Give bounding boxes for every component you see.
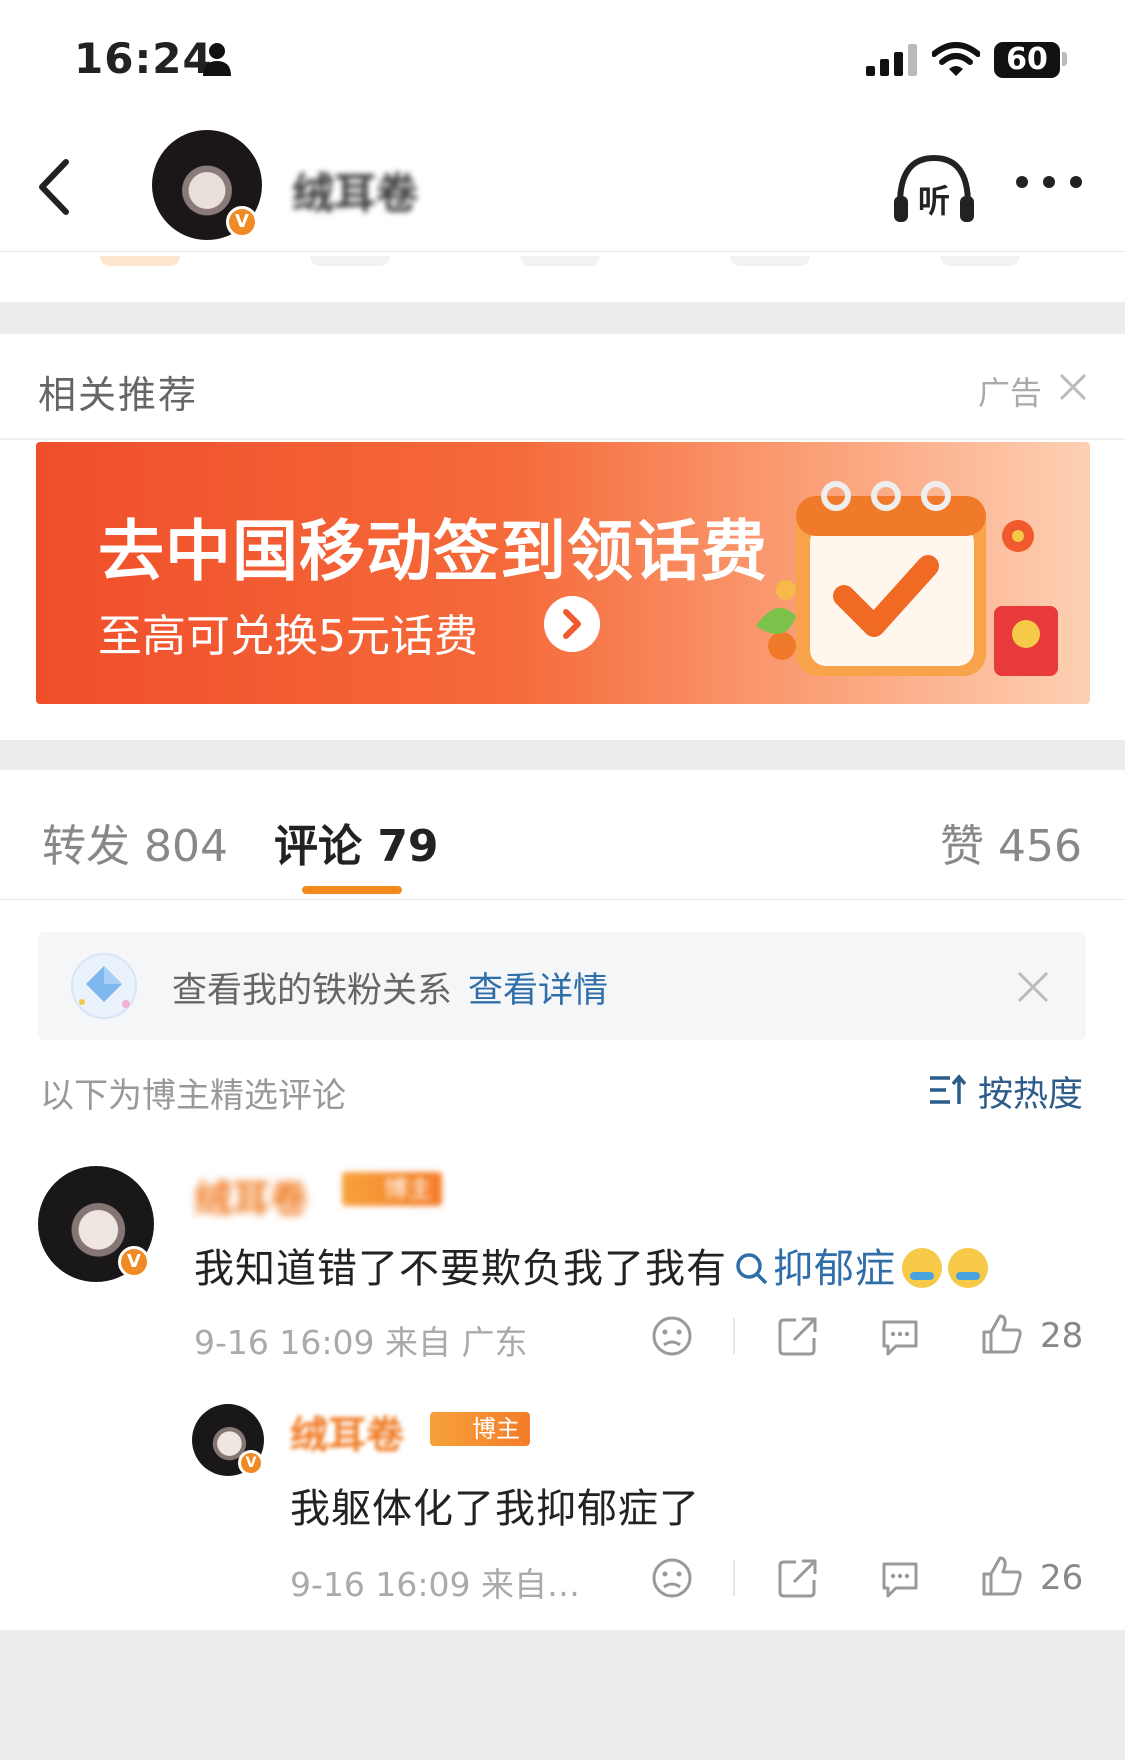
ad-headline: 去中国移动签到领话费 — [98, 513, 768, 590]
tab-comments[interactable]: 评论 79 — [274, 810, 439, 874]
person-icon — [203, 43, 231, 76]
post-header: V 绒耳卷 听 — [0, 116, 1125, 252]
commenter-name[interactable]: 绒耳卷 — [290, 1404, 404, 1459]
fans-relation-bar[interactable]: 查看我的铁粉关系 查看详情 — [38, 932, 1086, 1040]
strip-item — [940, 256, 1020, 266]
like-count: 28 — [1040, 1316, 1084, 1356]
close-icon[interactable] — [1016, 970, 1050, 1004]
calendar-check-icon — [756, 481, 1058, 676]
battery-icon: 60 — [994, 42, 1060, 78]
sort-by-hot-button[interactable]: 按热度 — [978, 1066, 1083, 1117]
strip-item — [520, 256, 600, 266]
reply-icon[interactable] — [878, 1314, 922, 1358]
comments-section: 查看我的铁粉关系 查看详情 以下为博主精选评论 按热度 V 绒耳卷 博主 我知道… — [0, 900, 1125, 1630]
crying-emoji-icon — [902, 1248, 942, 1288]
topic-label: 抑郁症 — [773, 1246, 896, 1292]
like-thumb-icon[interactable] — [980, 1312, 1024, 1356]
crying-emoji-icon — [948, 1248, 988, 1288]
ad-subtitle: 至高可兑换5元话费 — [98, 611, 478, 662]
listen-headphone-icon[interactable]: 听 — [892, 152, 976, 228]
comment-body: 我知道错了不要欺负我了我有 — [194, 1246, 727, 1292]
status-time: 16:24 — [74, 34, 213, 83]
divider — [733, 1318, 735, 1354]
recommend-title: 相关推荐 — [38, 373, 199, 417]
close-ad-icon[interactable] — [1058, 372, 1088, 402]
verified-badge-icon: V — [238, 1450, 264, 1476]
strip-item — [730, 256, 810, 266]
selected-comments-label: 以下为博主精选评论 — [40, 1076, 346, 1116]
topic-link[interactable]: 抑郁症 — [727, 1246, 896, 1292]
commenter-name[interactable]: 绒耳卷 — [194, 1168, 308, 1223]
search-icon — [736, 1253, 768, 1285]
view-details-link[interactable]: 查看详情 — [468, 962, 608, 1013]
reaction-strip — [0, 252, 1125, 302]
comment-item: V 绒耳卷 博主 我知道错了不要欺负我了我有 抑郁症 9-16 16:09 来自 … — [0, 1158, 1125, 1362]
divider — [733, 1560, 735, 1596]
author-name[interactable]: 绒耳卷 — [292, 160, 418, 221]
wifi-icon — [932, 42, 980, 76]
tab-reposts[interactable]: 转发 804 — [42, 810, 228, 874]
share-icon[interactable] — [776, 1314, 820, 1358]
battery-cap — [1062, 52, 1067, 66]
back-arrow-icon[interactable] — [30, 152, 80, 222]
like-count: 26 — [1040, 1558, 1084, 1598]
tab-likes[interactable]: 赞 456 — [940, 810, 1082, 874]
sort-icon[interactable] — [928, 1072, 966, 1108]
verified-badge-icon: V — [118, 1246, 150, 1278]
related-recommendation: 相关推荐 广告 去中国移动签到领话费 至高可兑换5元话费 — [0, 334, 1125, 740]
fans-text: 查看我的铁粉关系 — [172, 971, 453, 1011]
listen-label: 听 — [918, 182, 950, 220]
comment-text: 我躯体化了我抑郁症了 — [290, 1486, 700, 1532]
ad-label: 广告 — [978, 374, 1043, 412]
signal-icon — [866, 44, 917, 76]
verified-badge-icon: V — [226, 206, 258, 238]
dislike-icon[interactable] — [650, 1556, 694, 1600]
diamond-icon — [71, 953, 137, 1019]
share-icon[interactable] — [776, 1556, 820, 1600]
reply-icon[interactable] — [878, 1556, 922, 1600]
ad-banner[interactable]: 去中国移动签到领话费 至高可兑换5元话费 — [36, 442, 1090, 704]
interaction-tabs: 转发 804 评论 79 赞 456 — [0, 770, 1125, 900]
ad-arrow-icon[interactable] — [544, 596, 600, 652]
comment-text: 我知道错了不要欺负我了我有 抑郁症 — [194, 1236, 988, 1294]
blogger-badge: 博主 — [430, 1412, 530, 1446]
more-options-icon[interactable] — [1014, 162, 1084, 202]
comment-meta: 9-16 16:09 来自… — [290, 1565, 580, 1604]
divider — [0, 438, 1125, 440]
comment-reply-item: V 绒耳卷 博主 我躯体化了我抑郁症了 9-16 16:09 来自… 26 — [0, 1400, 1125, 1610]
like-thumb-icon[interactable] — [980, 1554, 1024, 1598]
active-tab-indicator — [302, 886, 402, 894]
strip-item — [100, 256, 180, 266]
strip-item — [310, 256, 390, 266]
blogger-badge: 博主 — [342, 1172, 442, 1206]
dislike-icon[interactable] — [650, 1314, 694, 1358]
status-bar: 16:24 60 — [0, 0, 1125, 116]
comment-meta: 9-16 16:09 来自 广东 — [194, 1323, 528, 1362]
